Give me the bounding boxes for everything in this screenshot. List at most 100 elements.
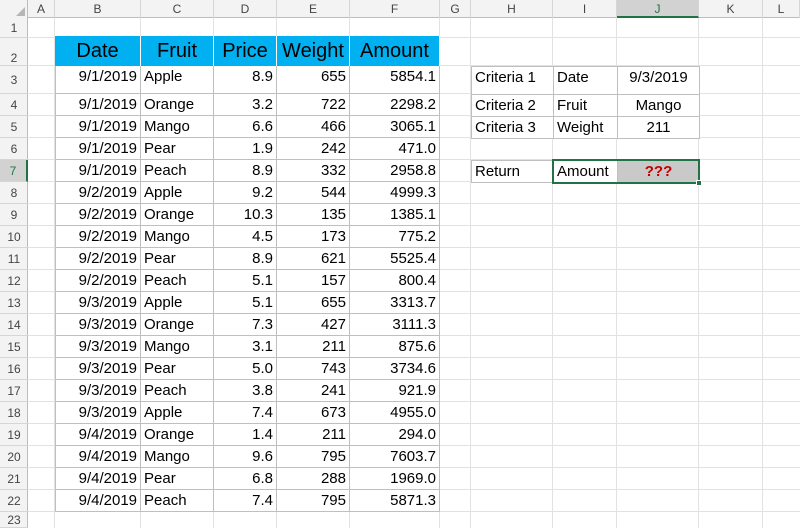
table-cell[interactable]: 427 <box>277 314 350 336</box>
table-cell[interactable]: 7.4 <box>214 402 277 424</box>
table-header-date[interactable]: Date <box>55 36 141 66</box>
row-header-19[interactable]: 19 <box>0 424 28 446</box>
table-cell[interactable]: 9/1/2019 <box>55 138 141 160</box>
table-cell[interactable]: 173 <box>277 226 350 248</box>
select-all-button[interactable] <box>0 0 28 18</box>
table-cell[interactable]: 5854.1 <box>350 66 440 94</box>
table-cell[interactable]: Apple <box>141 182 214 204</box>
column-header-j[interactable]: J <box>617 0 699 18</box>
column-header-d[interactable]: D <box>214 0 277 18</box>
table-cell[interactable]: Peach <box>141 160 214 182</box>
table-cell[interactable]: 9/2/2019 <box>55 226 141 248</box>
criteria-value-3[interactable]: 211 <box>617 116 700 139</box>
table-cell[interactable]: Peach <box>141 490 214 512</box>
table-cell[interactable]: 7603.7 <box>350 446 440 468</box>
table-cell[interactable]: 471.0 <box>350 138 440 160</box>
row-header-8[interactable]: 8 <box>0 182 28 204</box>
table-cell[interactable]: 4955.0 <box>350 402 440 424</box>
table-cell[interactable]: 655 <box>277 66 350 94</box>
table-cell[interactable]: 544 <box>277 182 350 204</box>
table-cell[interactable]: 4.5 <box>214 226 277 248</box>
criteria-value-2[interactable]: Mango <box>617 94 700 117</box>
row-header-6[interactable]: 6 <box>0 138 28 160</box>
table-cell[interactable]: Apple <box>141 66 214 94</box>
table-cell[interactable]: 242 <box>277 138 350 160</box>
table-cell[interactable]: Apple <box>141 402 214 424</box>
row-header-22[interactable]: 22 <box>0 490 28 512</box>
row-header-23[interactable]: 23 <box>0 512 28 528</box>
row-header-21[interactable]: 21 <box>0 468 28 490</box>
column-header-i[interactable]: I <box>553 0 617 18</box>
row-header-9[interactable]: 9 <box>0 204 28 226</box>
table-cell[interactable]: 3065.1 <box>350 116 440 138</box>
row-header-3[interactable]: 3 <box>0 66 28 94</box>
table-cell[interactable]: 157 <box>277 270 350 292</box>
table-cell[interactable]: 466 <box>277 116 350 138</box>
table-cell[interactable]: 9.2 <box>214 182 277 204</box>
table-cell[interactable]: 5.0 <box>214 358 277 380</box>
column-header-c[interactable]: C <box>141 0 214 18</box>
table-cell[interactable]: 722 <box>277 94 350 116</box>
table-cell[interactable]: 5871.3 <box>350 490 440 512</box>
table-cell[interactable]: Orange <box>141 314 214 336</box>
table-cell[interactable]: Mango <box>141 116 214 138</box>
return-value[interactable]: ??? <box>617 160 700 183</box>
criteria-field-2[interactable]: Fruit <box>553 94 618 117</box>
row-header-12[interactable]: 12 <box>0 270 28 292</box>
row-header-18[interactable]: 18 <box>0 402 28 424</box>
row-header-7[interactable]: 7 <box>0 160 28 182</box>
table-cell[interactable]: 9/2/2019 <box>55 270 141 292</box>
column-header-h[interactable]: H <box>471 0 553 18</box>
table-cell[interactable]: 9/4/2019 <box>55 468 141 490</box>
table-cell[interactable]: 655 <box>277 292 350 314</box>
table-cell[interactable]: Peach <box>141 270 214 292</box>
row-header-20[interactable]: 20 <box>0 446 28 468</box>
fill-handle[interactable] <box>696 180 702 186</box>
table-cell[interactable]: 3734.6 <box>350 358 440 380</box>
table-cell[interactable]: 9/2/2019 <box>55 248 141 270</box>
table-cell[interactable]: 7.4 <box>214 490 277 512</box>
table-cell[interactable]: Apple <box>141 292 214 314</box>
column-header-f[interactable]: F <box>350 0 440 18</box>
table-cell[interactable]: 9/3/2019 <box>55 336 141 358</box>
return-label[interactable]: Return <box>471 160 554 183</box>
row-header-4[interactable]: 4 <box>0 94 28 116</box>
row-header-14[interactable]: 14 <box>0 314 28 336</box>
column-header-a[interactable]: A <box>28 0 55 18</box>
table-cell[interactable]: 7.3 <box>214 314 277 336</box>
table-cell[interactable]: 673 <box>277 402 350 424</box>
table-cell[interactable]: Mango <box>141 446 214 468</box>
table-cell[interactable]: 294.0 <box>350 424 440 446</box>
table-cell[interactable]: 3.1 <box>214 336 277 358</box>
table-cell[interactable]: 9/3/2019 <box>55 358 141 380</box>
table-header-weight[interactable]: Weight <box>277 36 350 66</box>
row-header-5[interactable]: 5 <box>0 116 28 138</box>
row-header-2[interactable]: 2 <box>0 38 28 66</box>
table-cell[interactable]: 8.9 <box>214 66 277 94</box>
table-cell[interactable]: Mango <box>141 226 214 248</box>
table-cell[interactable]: 332 <box>277 160 350 182</box>
table-cell[interactable]: Orange <box>141 94 214 116</box>
table-cell[interactable]: 9.6 <box>214 446 277 468</box>
table-cell[interactable]: 288 <box>277 468 350 490</box>
table-cell[interactable]: Peach <box>141 380 214 402</box>
table-cell[interactable]: 6.8 <box>214 468 277 490</box>
table-cell[interactable]: Mango <box>141 336 214 358</box>
table-cell[interactable]: 9/2/2019 <box>55 182 141 204</box>
table-cell[interactable]: 9/2/2019 <box>55 204 141 226</box>
table-cell[interactable]: 3.8 <box>214 380 277 402</box>
row-header-15[interactable]: 15 <box>0 336 28 358</box>
table-cell[interactable]: 10.3 <box>214 204 277 226</box>
table-cell[interactable]: Pear <box>141 358 214 380</box>
table-cell[interactable]: 875.6 <box>350 336 440 358</box>
table-cell[interactable]: 9/1/2019 <box>55 94 141 116</box>
column-header-b[interactable]: B <box>55 0 141 18</box>
table-cell[interactable]: 211 <box>277 424 350 446</box>
criteria-field-3[interactable]: Weight <box>553 116 618 139</box>
return-field[interactable]: Amount <box>553 160 618 183</box>
table-cell[interactable]: 3.2 <box>214 94 277 116</box>
table-cell[interactable]: 9/3/2019 <box>55 314 141 336</box>
table-cell[interactable]: 795 <box>277 446 350 468</box>
table-cell[interactable]: 743 <box>277 358 350 380</box>
table-cell[interactable]: 2298.2 <box>350 94 440 116</box>
